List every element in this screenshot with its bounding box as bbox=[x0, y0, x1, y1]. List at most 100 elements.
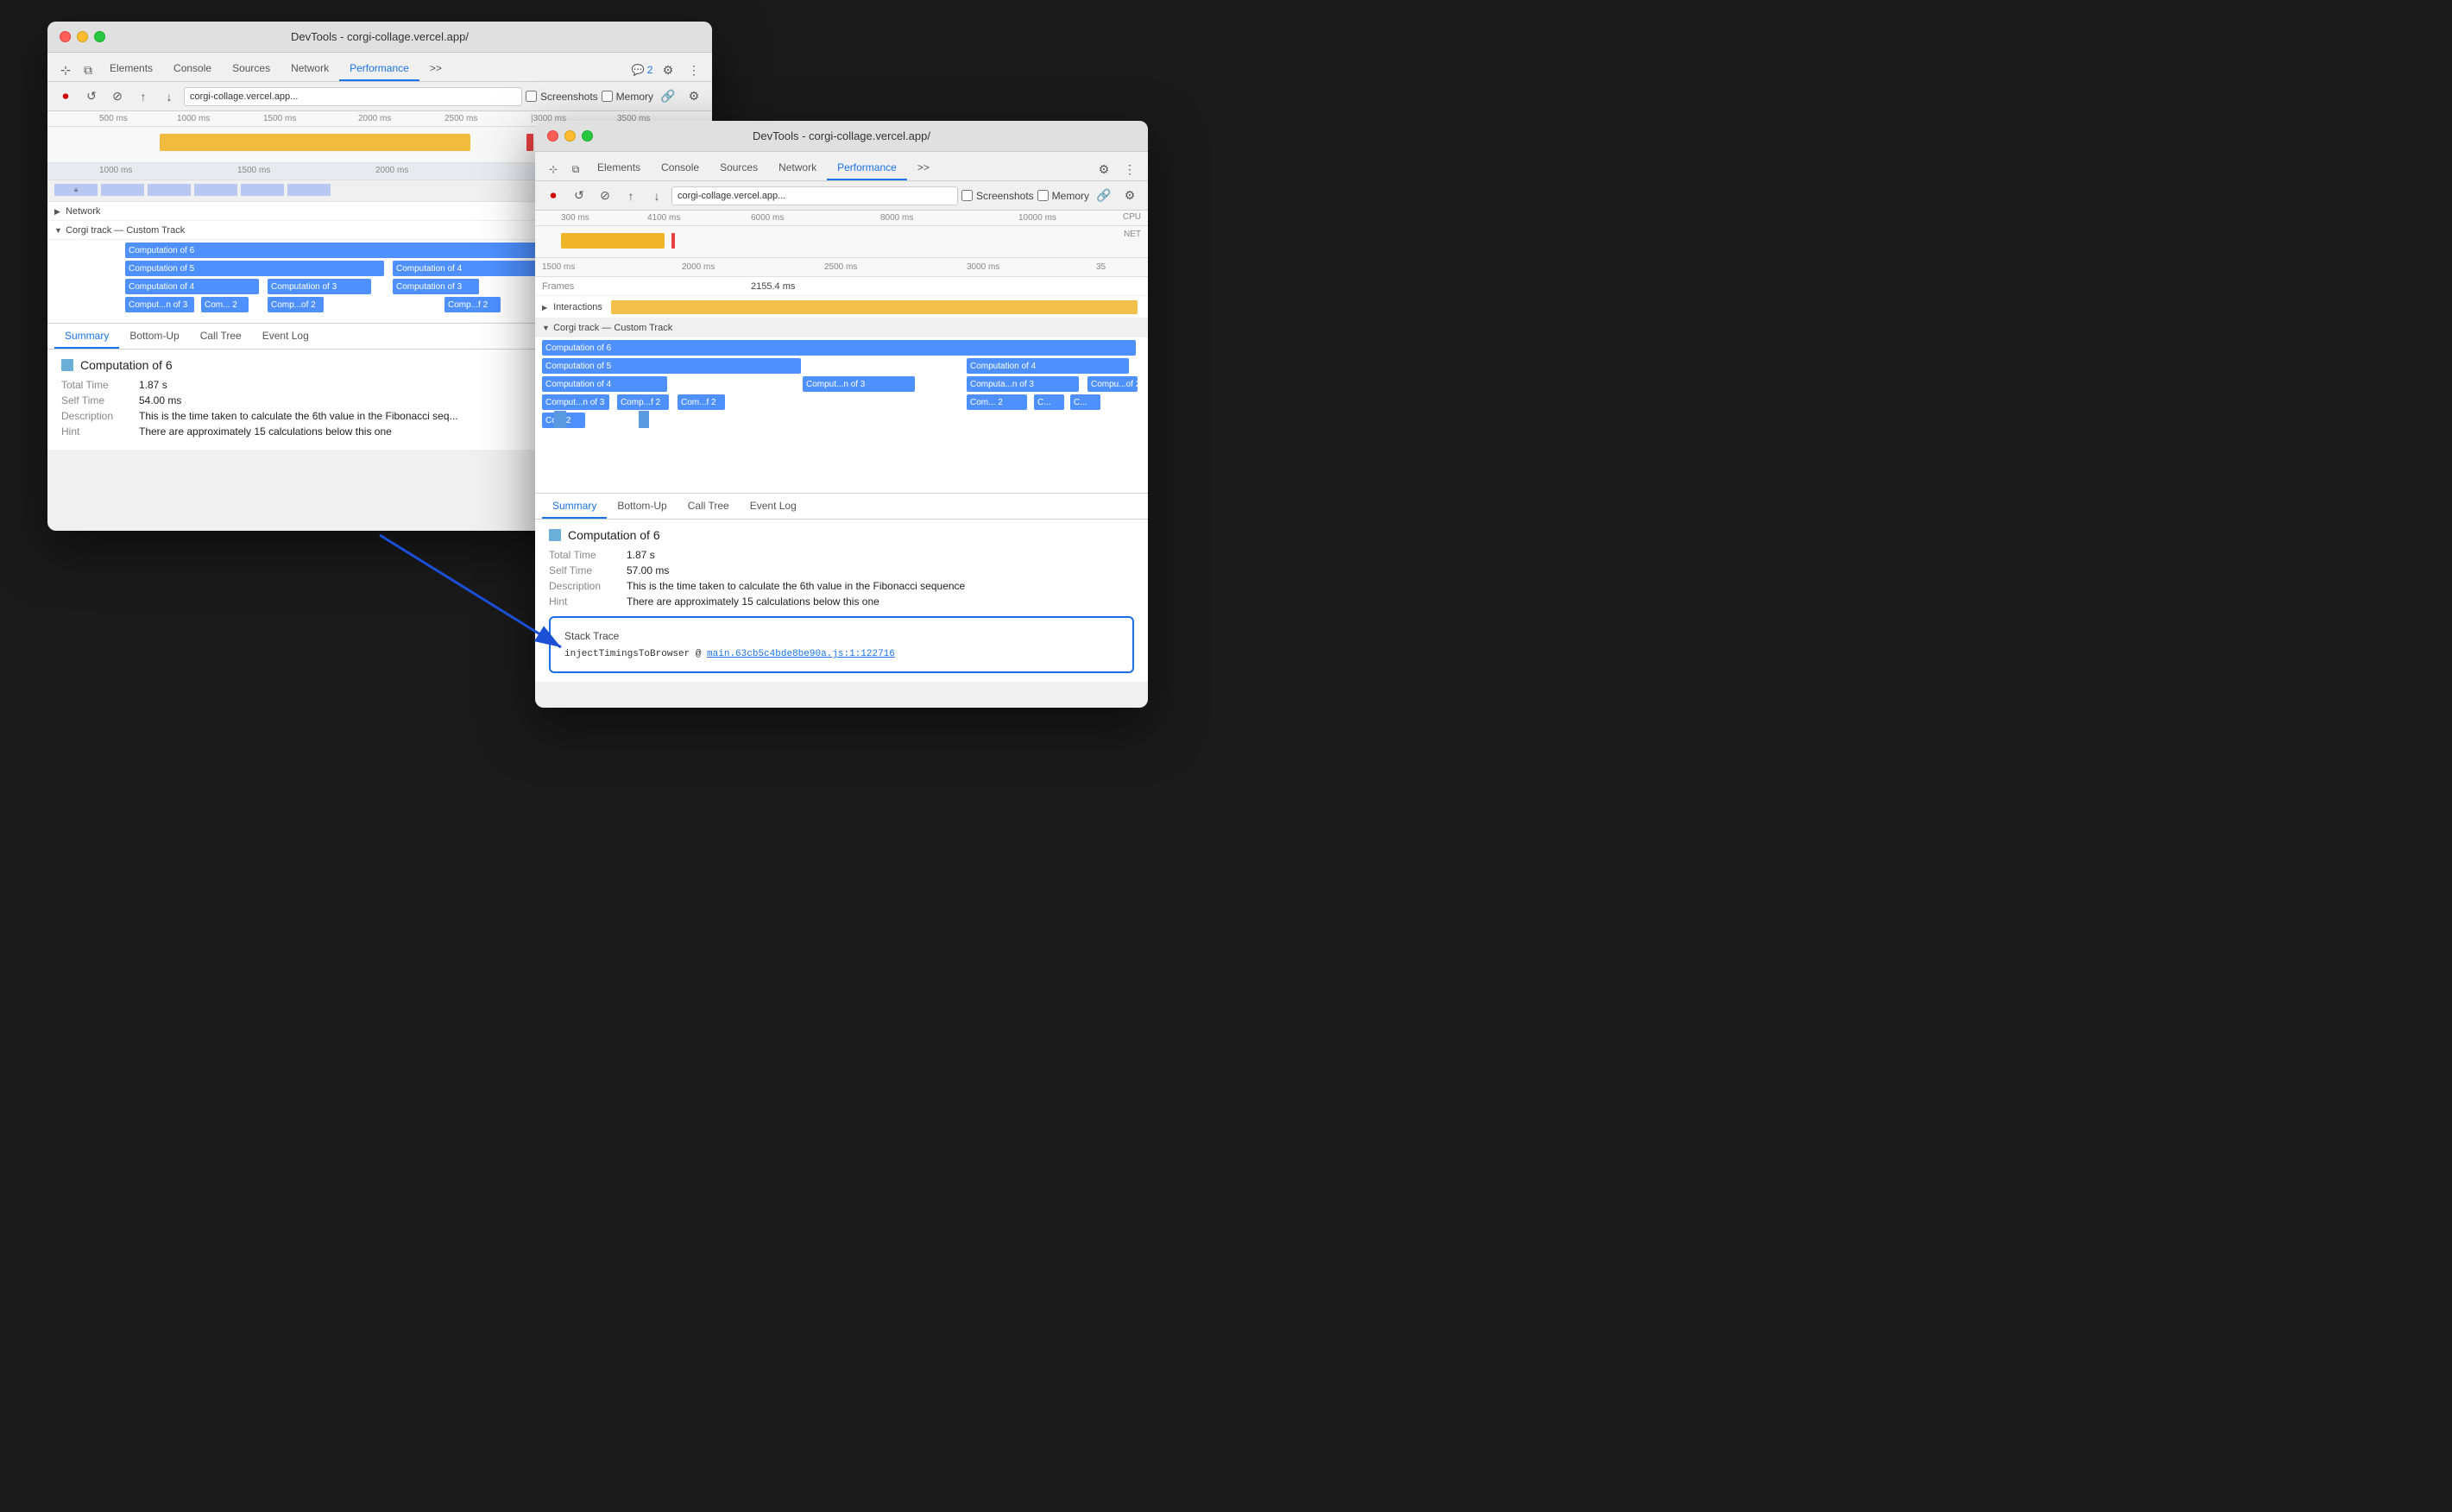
minimize-button-2[interactable] bbox=[564, 130, 576, 142]
w2-comp4b-bar[interactable]: Computation of 4 bbox=[542, 376, 667, 392]
w2-c1-bar[interactable]: C... bbox=[1034, 394, 1064, 410]
tab-more-2[interactable]: >> bbox=[907, 156, 940, 180]
ruler-2000ms: 2000 ms bbox=[358, 114, 391, 123]
tab-bottomup-2[interactable]: Bottom-Up bbox=[607, 494, 677, 519]
mini-block: ≡ bbox=[54, 184, 98, 196]
w2-compn3b-bar[interactable]: Computa...n of 3 bbox=[967, 376, 1079, 392]
w2-compn3a-bar[interactable]: Comput...n of 3 bbox=[803, 376, 915, 392]
memory-checkbox-2[interactable]: Memory bbox=[1037, 190, 1089, 202]
tab-performance-1[interactable]: Performance bbox=[339, 57, 419, 81]
chat-icon-1[interactable]: 💬 2 bbox=[631, 59, 653, 81]
comp3a-bar[interactable]: Computation of 3 bbox=[268, 279, 371, 294]
w2-comf2b-bar[interactable]: Com...f 2 bbox=[678, 394, 725, 410]
network-label: ▶ Network bbox=[47, 206, 117, 217]
tab-bottomup-1[interactable]: Bottom-Up bbox=[119, 324, 189, 349]
comp3b-bar[interactable]: Computation of 3 bbox=[393, 279, 479, 294]
w2-row4: Comput...n of 3 Comp...f 2 Com...f 2 Com… bbox=[535, 393, 1148, 410]
frames-row: Frames 2155.4 ms bbox=[535, 277, 1148, 296]
summary-icon-2 bbox=[549, 529, 561, 541]
tab-elements-1[interactable]: Elements bbox=[99, 57, 163, 81]
w2-comp5-bar[interactable]: Computation of 5 bbox=[542, 358, 801, 374]
more-icon-2[interactable]: ⋮ bbox=[1119, 158, 1141, 180]
tab-calltree-2[interactable]: Call Tree bbox=[678, 494, 740, 519]
tab-sources-2[interactable]: Sources bbox=[709, 156, 768, 180]
screenshots-checkbox-2[interactable]: Screenshots bbox=[961, 190, 1034, 202]
close-button-2[interactable] bbox=[547, 130, 558, 142]
self-time-row-2: Self Time 57.00 ms bbox=[549, 564, 1134, 576]
stack-trace-link[interactable]: main.63cb5c4bde8be90a.js:1:122716 bbox=[707, 649, 895, 659]
settings2-icon-1[interactable]: ⚙ bbox=[683, 85, 705, 108]
download-icon-2[interactable]: ↓ bbox=[646, 185, 668, 207]
tab-summary-1[interactable]: Summary bbox=[54, 324, 119, 349]
more-icon-1[interactable]: ⋮ bbox=[683, 59, 705, 81]
overview-red-2 bbox=[671, 233, 675, 249]
w2-compn3c-bar[interactable]: Comput...n of 3 bbox=[542, 394, 609, 410]
w2-c2-bar[interactable]: C... bbox=[1070, 394, 1100, 410]
maximize-button-2[interactable] bbox=[582, 130, 593, 142]
comp5-bar[interactable]: Computation of 5 bbox=[125, 261, 384, 276]
settings-icon-2[interactable]: ⚙ bbox=[1093, 158, 1115, 180]
tab-console-1[interactable]: Console bbox=[163, 57, 222, 81]
overview-2: 300 ms 4100 ms 6000 ms 8000 ms 10000 ms … bbox=[535, 211, 1148, 258]
com2-bar[interactable]: Com... 2 bbox=[201, 297, 249, 312]
compn3-bar[interactable]: Comput...n of 3 bbox=[125, 297, 194, 312]
close-button-1[interactable] bbox=[60, 31, 71, 42]
tab-elements-2[interactable]: Elements bbox=[587, 156, 651, 180]
cursor-icon-2[interactable]: ⊹ bbox=[542, 158, 564, 180]
tab-summary-2[interactable]: Summary bbox=[542, 494, 607, 519]
refresh-icon-1[interactable]: ↺ bbox=[80, 85, 103, 108]
ruler2-8000ms: 8000 ms bbox=[880, 213, 913, 223]
tab-sources-1[interactable]: Sources bbox=[222, 57, 280, 81]
record-icon-2[interactable]: ⏺ bbox=[542, 185, 564, 207]
clear-icon-1[interactable]: ⊘ bbox=[106, 85, 129, 108]
settings-icon-1[interactable]: ⚙ bbox=[657, 59, 679, 81]
maximize-button-1[interactable] bbox=[94, 31, 105, 42]
upload-icon-1[interactable]: ↑ bbox=[132, 85, 154, 108]
tab-eventlog-1[interactable]: Event Log bbox=[252, 324, 319, 349]
url-display-1[interactable]: corgi-collage.vercel.app... bbox=[184, 87, 522, 106]
w2-compf2a-bar[interactable]: Comp...f 2 bbox=[617, 394, 669, 410]
comp2b-bar[interactable]: Comp...f 2 bbox=[444, 297, 501, 312]
tab-console-2[interactable]: Console bbox=[651, 156, 709, 180]
refresh-icon-2[interactable]: ↺ bbox=[568, 185, 590, 207]
w2-row5: Co... 2 bbox=[535, 411, 1148, 428]
comp4b-bar[interactable]: Computation of 4 bbox=[125, 279, 259, 294]
screenshots-checkbox-1[interactable]: Screenshots bbox=[526, 91, 598, 103]
w2-small1 bbox=[554, 411, 566, 428]
custom-track-label: ▼ Corgi track — Custom Track bbox=[47, 225, 185, 236]
minimize-button-1[interactable] bbox=[77, 31, 88, 42]
tab-eventlog-2[interactable]: Event Log bbox=[740, 494, 807, 519]
tab-more-1[interactable]: >> bbox=[419, 57, 452, 81]
description-row-2: Description This is the time taken to ca… bbox=[549, 580, 1134, 592]
comp2a-bar[interactable]: Comp...of 2 bbox=[268, 297, 324, 312]
url-display-2[interactable]: corgi-collage.vercel.app... bbox=[671, 186, 958, 205]
tab-network-1[interactable]: Network bbox=[280, 57, 339, 81]
ruler2-4100ms: 4100 ms bbox=[647, 213, 680, 223]
upload-icon-2[interactable]: ↑ bbox=[620, 185, 642, 207]
network-icon-1[interactable]: 🔗 bbox=[657, 85, 679, 108]
cursor-icon[interactable]: ⊹ bbox=[54, 59, 77, 81]
clear-icon-2[interactable]: ⊘ bbox=[594, 185, 616, 207]
memory-checkbox-1[interactable]: Memory bbox=[602, 91, 653, 103]
w2-com2b-bar[interactable]: Com... 2 bbox=[967, 394, 1027, 410]
record-icon-1[interactable]: ⏺ bbox=[54, 85, 77, 108]
window-title-1: DevTools - corgi-collage.vercel.app/ bbox=[291, 30, 469, 43]
tab-calltree-1[interactable]: Call Tree bbox=[190, 324, 252, 349]
device-icon[interactable]: ⧉ bbox=[77, 59, 99, 81]
settings3-icon-2[interactable]: ⚙ bbox=[1119, 185, 1141, 207]
w2-comp4a-bar[interactable]: Computation of 4 bbox=[967, 358, 1129, 374]
tab-network-2[interactable]: Network bbox=[768, 156, 827, 180]
net-label: NET bbox=[1124, 230, 1141, 239]
w2-comp2a-bar[interactable]: Compu...of 2 bbox=[1087, 376, 1138, 392]
device-icon-2[interactable]: ⧉ bbox=[564, 158, 587, 180]
network-icon-2[interactable]: 🔗 bbox=[1093, 185, 1115, 207]
w2-comp6-bar[interactable]: Computation of 6 bbox=[542, 340, 1136, 356]
tab-performance-2[interactable]: Performance bbox=[827, 156, 907, 180]
interactions-row: ▶ Interactions bbox=[535, 296, 1148, 318]
dr-2500ms: 2500 ms bbox=[824, 262, 857, 272]
custom-track-label-2: ▼ Corgi track — Custom Track bbox=[535, 323, 672, 333]
controls-bar-1: ⏺ ↺ ⊘ ↑ ↓ corgi-collage.vercel.app... Sc… bbox=[47, 82, 712, 111]
overview-yellow-bar-2 bbox=[561, 233, 665, 249]
w2-comp6-row: Computation of 6 bbox=[535, 338, 1148, 356]
download-icon-1[interactable]: ↓ bbox=[158, 85, 180, 108]
